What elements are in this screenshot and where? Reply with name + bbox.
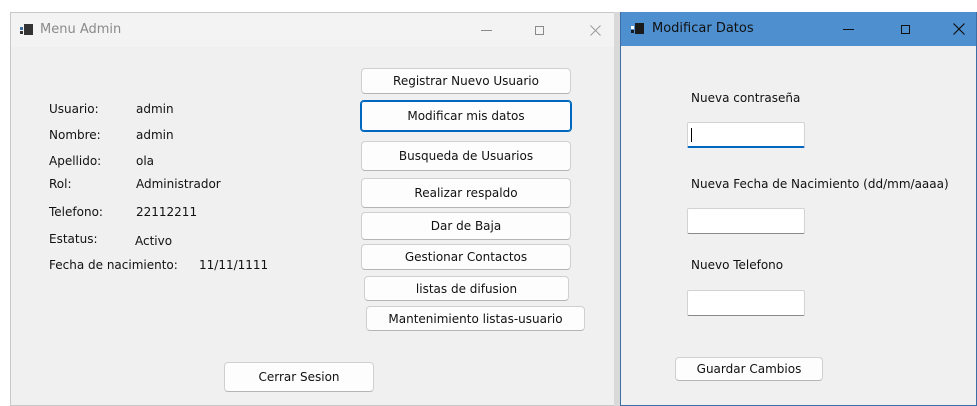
fecha-nacimiento-value: 11/11/1111 <box>199 258 269 272</box>
estatus-label: Estatus: <box>49 232 98 246</box>
nueva-contrasena-label: Nueva contraseña <box>691 91 801 105</box>
app-icon <box>631 23 644 34</box>
apellido-label: Apellido: <box>49 154 102 168</box>
text-caret <box>691 128 692 142</box>
nuevo-telefono-label: Nuevo Telefono <box>691 258 784 272</box>
busqueda-usuarios-button[interactable]: Busqueda de Usuarios <box>361 141 571 171</box>
modificar-datos-titlebar[interactable]: Modificar Datos <box>621 12 976 46</box>
maximize-icon[interactable] <box>890 16 920 42</box>
close-icon[interactable] <box>580 17 610 43</box>
nombre-value: admin <box>136 128 174 142</box>
window-title: Menu Admin <box>40 22 122 37</box>
guardar-cambios-button[interactable]: Guardar Cambios <box>675 357 823 381</box>
rol-label: Rol: <box>49 177 72 191</box>
nombre-label: Nombre: <box>49 128 101 142</box>
usuario-value: admin <box>136 102 174 116</box>
estatus-value: Activo <box>135 234 173 248</box>
mantenimiento-listas-button[interactable]: Mantenimiento listas-usuario <box>366 306 585 331</box>
nueva-fecha-label: Nueva Fecha de Nacimiento (dd/mm/aaaa) <box>691 177 949 191</box>
rol-value: Administrador <box>136 177 221 191</box>
dar-de-baja-button[interactable]: Dar de Baja <box>361 212 571 240</box>
fecha-nacimiento-label: Fecha de nacimiento: <box>49 258 178 272</box>
app-icon <box>20 24 33 35</box>
telefono-label: Telefono: <box>49 205 103 219</box>
menu-admin-titlebar[interactable]: Menu Admin <box>11 13 614 47</box>
modificar-datos-button[interactable]: Modificar mis datos <box>360 100 572 132</box>
telefono-value: 22112211 <box>136 205 198 219</box>
minimize-icon[interactable] <box>471 17 501 43</box>
modificar-datos-window: Modificar Datos Nueva contraseña Nueva F… <box>620 12 977 406</box>
usuario-label: Usuario: <box>49 102 99 116</box>
realizar-respaldo-button[interactable]: Realizar respaldo <box>361 178 571 208</box>
minimize-icon[interactable] <box>833 16 863 42</box>
window-title: Modificar Datos <box>652 21 754 36</box>
nuevo-telefono-input[interactable] <box>687 290 805 316</box>
close-icon[interactable] <box>944 16 974 42</box>
cerrar-sesion-button[interactable]: Cerrar Sesion <box>224 362 374 392</box>
listas-difusion-button[interactable]: listas de difusion <box>364 276 569 301</box>
nueva-fecha-input[interactable] <box>687 208 805 234</box>
maximize-icon[interactable] <box>524 17 554 43</box>
nueva-contrasena-input[interactable] <box>687 122 805 148</box>
gestionar-contactos-button[interactable]: Gestionar Contactos <box>361 244 571 270</box>
apellido-value: ola <box>136 154 155 168</box>
menu-admin-window: Menu Admin Usuario: admin Nombre: admin … <box>10 12 614 406</box>
registrar-usuario-button[interactable]: Registrar Nuevo Usuario <box>361 68 571 94</box>
